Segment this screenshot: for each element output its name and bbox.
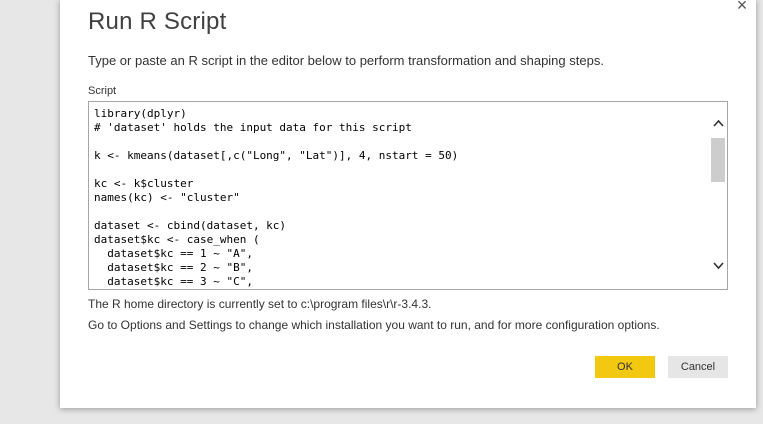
dialog-title: Run R Script bbox=[88, 8, 227, 35]
run-r-script-dialog: Run R Script Type or paste an R script i… bbox=[60, 0, 756, 408]
options-info: Go to Options and Settings to change whi… bbox=[88, 318, 660, 332]
close-icon[interactable]: × bbox=[733, 0, 751, 14]
scroll-thumb[interactable] bbox=[711, 138, 725, 182]
ok-button[interactable]: OK bbox=[595, 356, 655, 378]
chevron-up-icon[interactable] bbox=[710, 115, 727, 131]
script-label: Script bbox=[88, 85, 117, 97]
dialog-subtitle: Type or paste an R script in the editor … bbox=[88, 53, 604, 68]
chevron-down-icon[interactable] bbox=[710, 258, 727, 274]
script-editor[interactable]: library(dplyr) # 'dataset' holds the inp… bbox=[88, 101, 728, 290]
editor-scrollbar[interactable] bbox=[710, 102, 727, 289]
script-code[interactable]: library(dplyr) # 'dataset' holds the inp… bbox=[94, 107, 707, 289]
cancel-button[interactable]: Cancel bbox=[668, 356, 728, 378]
r-home-info: The R home directory is currently set to… bbox=[88, 297, 432, 311]
